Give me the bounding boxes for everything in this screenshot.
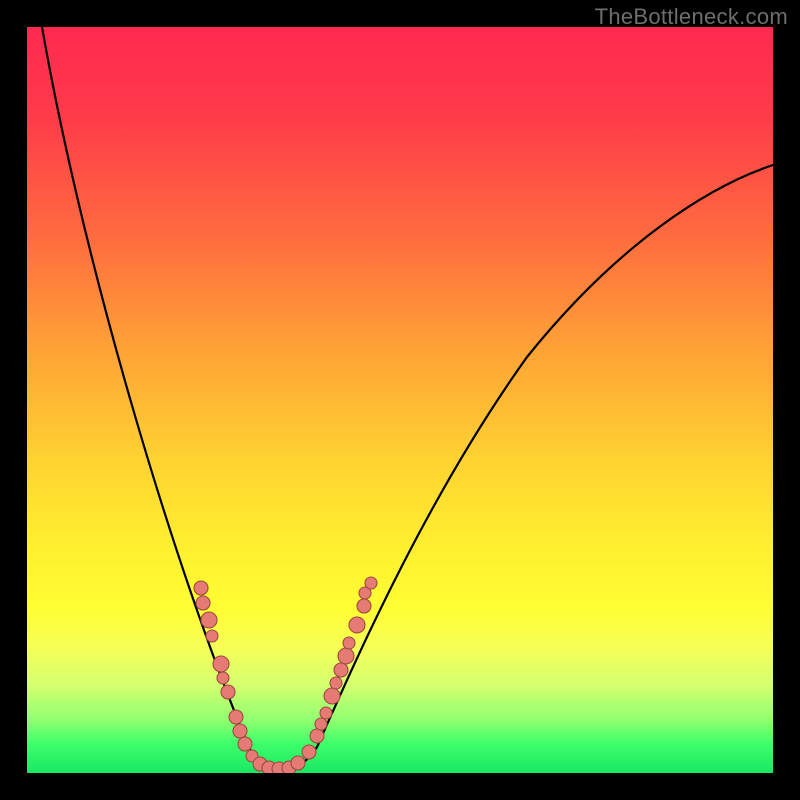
- data-point-dot: [194, 581, 208, 595]
- data-point-dot: [233, 724, 247, 738]
- data-point-dot: [291, 756, 305, 770]
- data-point-dot: [206, 630, 218, 642]
- chart-area: [27, 27, 773, 773]
- data-point-dot: [320, 707, 332, 719]
- left-branch-curve: [37, 27, 281, 769]
- data-point-dot: [334, 663, 348, 677]
- data-point-dot: [330, 677, 342, 689]
- data-point-dot: [315, 718, 327, 730]
- data-point-dot: [213, 656, 229, 672]
- data-point-dot: [343, 637, 355, 649]
- curve-overlay: [27, 27, 773, 773]
- data-point-dot: [349, 617, 365, 633]
- data-point-dot: [324, 688, 340, 704]
- watermark-text: TheBottleneck.com: [595, 4, 788, 30]
- right-branch-curve: [281, 165, 773, 769]
- data-point-dot: [310, 729, 324, 743]
- data-point-dot: [201, 612, 217, 628]
- data-point-dot: [238, 737, 252, 751]
- data-point-dot: [365, 577, 377, 589]
- data-point-dot: [302, 745, 316, 759]
- data-point-dot: [196, 596, 210, 610]
- data-point-dot: [221, 685, 235, 699]
- data-point-dot: [338, 648, 354, 664]
- data-point-dot: [229, 710, 243, 724]
- data-point-dot: [217, 672, 229, 684]
- data-point-dot: [357, 599, 371, 613]
